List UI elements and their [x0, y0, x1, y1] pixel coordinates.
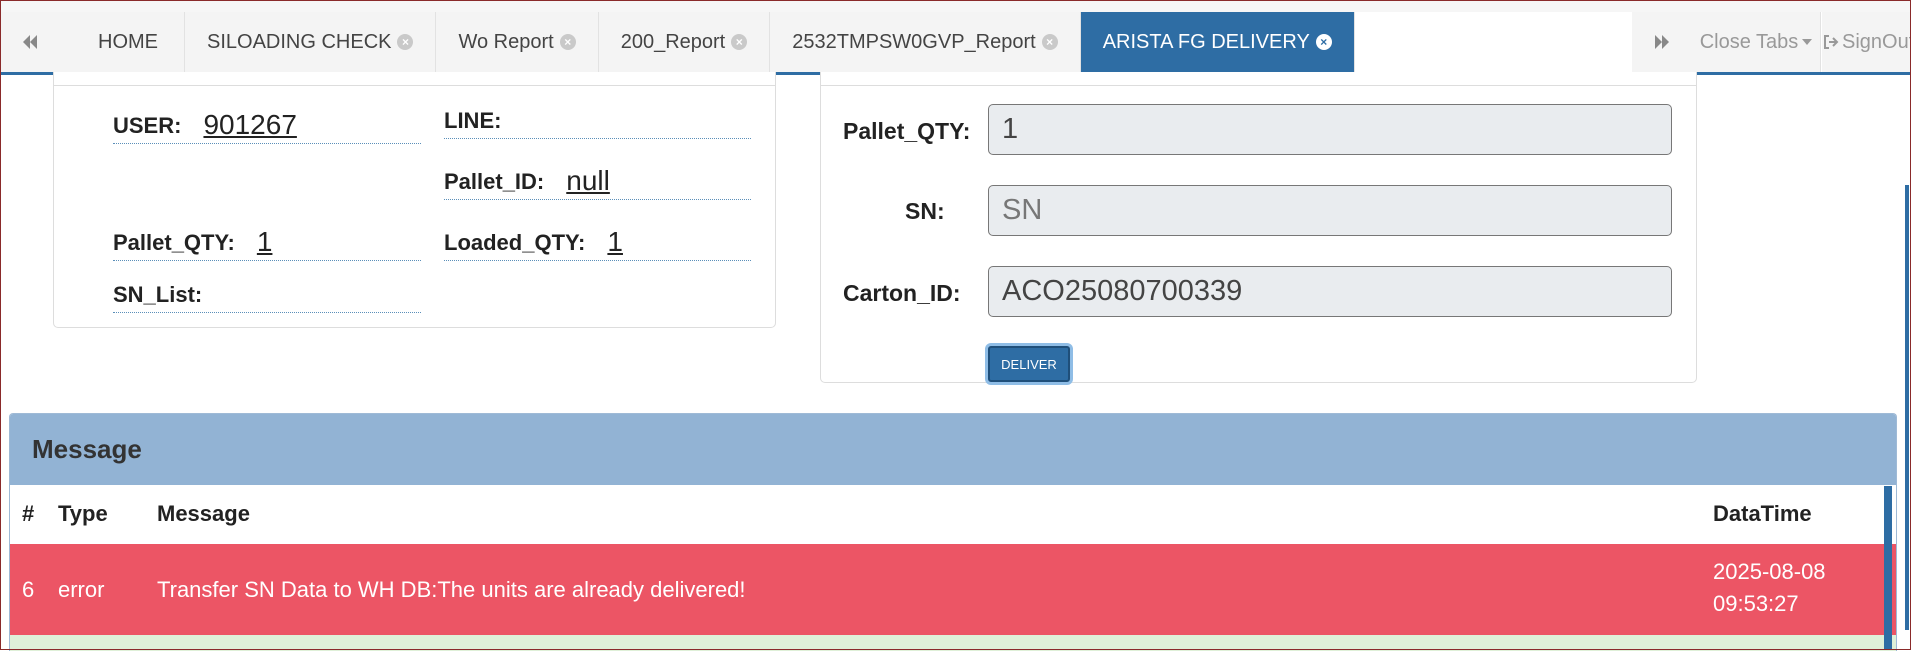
deliver-button[interactable]: DELIVER [988, 346, 1070, 382]
pallet-qty-info-label: Pallet_QTY: [113, 230, 235, 255]
tab-label: ARISTA FG DELIVERY [1102, 30, 1310, 53]
backward-icon [23, 35, 37, 49]
pallet-id-value: null [566, 165, 610, 196]
tab-label: Wo Report [458, 30, 554, 53]
column-header-type: Type [58, 501, 108, 526]
user-label: USER: [113, 113, 182, 138]
column-header-datatime: DataTime [1713, 501, 1812, 526]
pallet-id-field: Pallet_ID: null [444, 165, 751, 200]
message-panel: Message # Type Message DataTime 6 error … [9, 413, 1897, 651]
row-type: error [58, 577, 105, 602]
panel-divider [53, 85, 775, 86]
message-panel-title: Message [32, 434, 142, 464]
tab-arista-fg-delivery[interactable]: ARISTA FG DELIVERY × [1080, 12, 1355, 72]
user-field: USER: 901267 [113, 109, 421, 144]
message-panel-header: Message [10, 414, 1896, 485]
sn-list-label: SN_List: [113, 282, 203, 307]
scroll-tabs-right-button[interactable] [1632, 12, 1693, 72]
tab-siloading-check[interactable]: SILOADING CHECK × [185, 12, 437, 72]
column-header-message: Message [157, 501, 250, 526]
loaded-qty-field: Loaded_QTY: 1 [444, 224, 751, 261]
row-date: 2025-08-08 [1713, 559, 1826, 584]
tab-wo-report[interactable]: Wo Report × [436, 12, 599, 72]
message-scrollbar[interactable] [1884, 486, 1892, 650]
pallet-qty-info-value: 1 [256, 226, 273, 257]
tab-label: HOME [98, 30, 158, 53]
pallet-qty-label: Pallet_QTY: [843, 118, 971, 144]
row-time: 09:53:27 [1713, 591, 1799, 616]
tab-home[interactable]: HOME [60, 12, 185, 72]
close-tabs-dropdown[interactable]: Close Tabs [1692, 12, 1821, 72]
pallet-id-label: Pallet_ID: [444, 169, 545, 194]
column-header-num: # [22, 501, 35, 526]
close-tab-icon[interactable]: × [397, 34, 414, 50]
tab-200-report[interactable]: 200_Report × [598, 12, 771, 72]
close-tab-icon[interactable]: × [1041, 34, 1058, 50]
caret-down-icon [1802, 39, 1813, 45]
sign-out-icon [1824, 35, 1839, 49]
page-scrollbar[interactable] [1905, 185, 1909, 630]
loaded-qty-label: Loaded_QTY: [444, 230, 586, 255]
user-value: 901267 [203, 109, 297, 140]
loaded-qty-value: 1 [607, 226, 623, 257]
sn-input[interactable]: SN [988, 185, 1672, 236]
tab-label: SILOADING CHECK [207, 30, 392, 53]
tab-2532tmpsw0gvp-report[interactable]: 2532TMPSW0GVP_Report × [770, 12, 1081, 72]
tab-list: HOME SILOADING CHECK × Wo Report × 200_Rep… [60, 12, 1355, 72]
close-tabs-label: Close Tabs [1699, 30, 1799, 53]
carton-id-label: Carton_ID: [843, 280, 961, 306]
forward-icon [1655, 35, 1669, 49]
row-num: 6 [22, 577, 35, 602]
tab-label: 2532TMPSW0GVP_Report [792, 30, 1036, 53]
sn-label: SN: [905, 198, 945, 224]
line-label: LINE: [444, 108, 502, 133]
close-tab-icon[interactable]: × [1315, 34, 1332, 50]
pallet-qty-input[interactable]: 1 [988, 104, 1672, 155]
table-row: 6 error Transfer SN Data to WH DB:The un… [10, 544, 1896, 635]
pallet-qty-info-field: Pallet_QTY: 1 [113, 224, 421, 261]
panel-divider [820, 85, 1696, 86]
scroll-tabs-left-button[interactable] [0, 12, 61, 72]
sign-out-label: SignOut [1842, 30, 1911, 53]
sn-list-field: SN_List: [113, 281, 421, 313]
tab-label: 200_Report [620, 30, 726, 53]
tab-bar: HOME SILOADING CHECK × Wo Report × 200_Rep… [0, 12, 1911, 75]
sign-out-button[interactable]: SignOut [1822, 12, 1911, 72]
carton-id-input[interactable]: ACO25080700339 [988, 266, 1672, 317]
close-tab-icon[interactable]: × [559, 34, 576, 50]
line-field: LINE: [444, 107, 751, 139]
close-tab-icon[interactable]: × [731, 34, 748, 50]
row-message: Transfer SN Data to WH DB:The units are … [157, 577, 746, 602]
table-row [10, 635, 1896, 651]
